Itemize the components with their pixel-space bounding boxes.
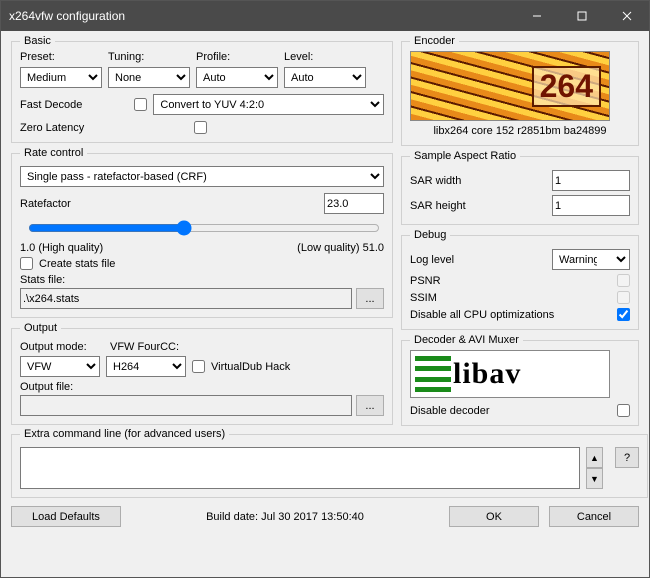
encoder-group: Encoder 264 libx264 core 152 r2851bm ba2… [401,35,639,146]
rate-high-marker: (Low quality) 51.0 [297,242,384,254]
libav-logo-text: libav [453,357,521,391]
tuning-select[interactable]: None [108,67,190,88]
window-title: x264vfw configuration [9,9,514,23]
encoder-badge-text: 264 [532,66,601,107]
loglevel-label: Log level [410,254,454,266]
output-group: Output Output mode: VFW FourCC: VFW H264… [11,322,393,425]
debug-legend: Debug [410,229,450,241]
profile-select[interactable]: Auto [196,67,278,88]
vdub-hack-label: VirtualDub Hack [211,361,290,373]
titlebar: x264vfw configuration [1,1,649,31]
fast-decode-label: Fast Decode [20,99,82,111]
output-file-input[interactable] [20,395,352,416]
rate-mode-select[interactable]: Single pass - ratefactor-based (CRF) [20,166,384,187]
decoder-legend: Decoder & AVI Muxer [410,334,523,346]
scroll-down-icon[interactable]: ▼ [586,468,603,489]
cancel-button[interactable]: Cancel [549,506,639,527]
stats-file-label: Stats file: [20,274,65,286]
ratefactor-slider[interactable] [28,220,380,236]
profile-label: Profile: [196,51,278,63]
level-select[interactable]: Auto [284,67,366,88]
sar-group: Sample Aspect Ratio SAR width SAR height [401,150,639,225]
sar-height-input[interactable] [552,195,630,216]
output-legend: Output [20,322,61,334]
load-defaults-button[interactable]: Load Defaults [11,506,121,527]
fourcc-label: VFW FourCC: [110,341,179,353]
cmdline-help-button[interactable]: ? [615,447,639,468]
zero-latency-checkbox[interactable] [194,121,207,134]
scroll-up-icon[interactable]: ▲ [586,447,603,468]
debug-group: Debug Log level Warning PSNR SSIM Dis [401,229,639,330]
basic-legend: Basic [20,35,55,47]
decoder-group: Decoder & AVI Muxer libav Disable decode… [401,334,639,426]
output-browse-button[interactable]: ... [356,395,384,416]
fourcc-select[interactable]: H264 [106,356,186,377]
encoder-version-text: libx264 core 152 r2851bm ba24899 [410,125,630,137]
convert-select[interactable]: Convert to YUV 4:2:0 [153,94,384,115]
stats-file-input[interactable] [20,288,352,309]
maximize-button[interactable] [559,1,604,31]
extra-legend: Extra command line (for advanced users) [20,428,229,440]
preset-label: Preset: [20,51,102,63]
window: x264vfw configuration Basic Preset: Tuni… [0,0,650,578]
vdub-hack-checkbox[interactable] [192,360,205,373]
client-area: Basic Preset: Tuning: Profile: Level: Me… [1,31,649,577]
ratefactor-input[interactable] [324,193,384,214]
encoder-logo-image: 264 [410,51,610,121]
extra-cmdline-group: Extra command line (for advanced users) … [11,428,648,498]
extra-cmdline-textarea[interactable] [20,447,580,489]
ssim-label: SSIM [410,292,437,304]
zero-latency-label: Zero Latency [20,122,188,134]
level-label: Level: [284,51,366,63]
close-button[interactable] [604,1,649,31]
output-file-label: Output file: [20,381,73,393]
psnr-checkbox [617,274,630,287]
rate-control-group: Rate control Single pass - ratefactor-ba… [11,147,393,318]
libav-stripes-icon [415,356,451,392]
footer: Load Defaults Build date: Jul 30 2017 13… [11,506,639,527]
encoder-legend: Encoder [410,35,459,47]
loglevel-select[interactable]: Warning [552,249,630,270]
stats-browse-button[interactable]: ... [356,288,384,309]
output-mode-label: Output mode: [20,341,87,353]
create-stats-label: Create stats file [39,258,115,270]
ratefactor-label: Ratefactor [20,198,71,210]
cmdline-scroll[interactable]: ▲ ▼ [586,447,603,489]
sar-width-label: SAR width [410,175,461,187]
build-date-text: Build date: Jul 30 2017 13:50:40 [206,511,364,523]
sar-legend: Sample Aspect Ratio [410,150,520,162]
disable-cpu-checkbox[interactable] [617,308,630,321]
psnr-label: PSNR [410,275,441,287]
minimize-button[interactable] [514,1,559,31]
libav-logo-image: libav [410,350,610,398]
ssim-checkbox [617,291,630,304]
sar-width-input[interactable] [552,170,630,191]
preset-select[interactable]: Medium [20,67,102,88]
fast-decode-checkbox[interactable] [134,98,147,111]
basic-group: Basic Preset: Tuning: Profile: Level: Me… [11,35,393,143]
create-stats-checkbox[interactable] [20,257,33,270]
rate-legend: Rate control [20,147,87,159]
ok-button[interactable]: OK [449,506,539,527]
disable-decoder-label: Disable decoder [410,405,490,417]
output-mode-select[interactable]: VFW [20,356,100,377]
rate-low-marker: 1.0 (High quality) [20,242,103,254]
disable-cpu-label: Disable all CPU optimizations [410,309,554,321]
tuning-label: Tuning: [108,51,190,63]
disable-decoder-checkbox[interactable] [617,404,630,417]
sar-height-label: SAR height [410,200,466,212]
